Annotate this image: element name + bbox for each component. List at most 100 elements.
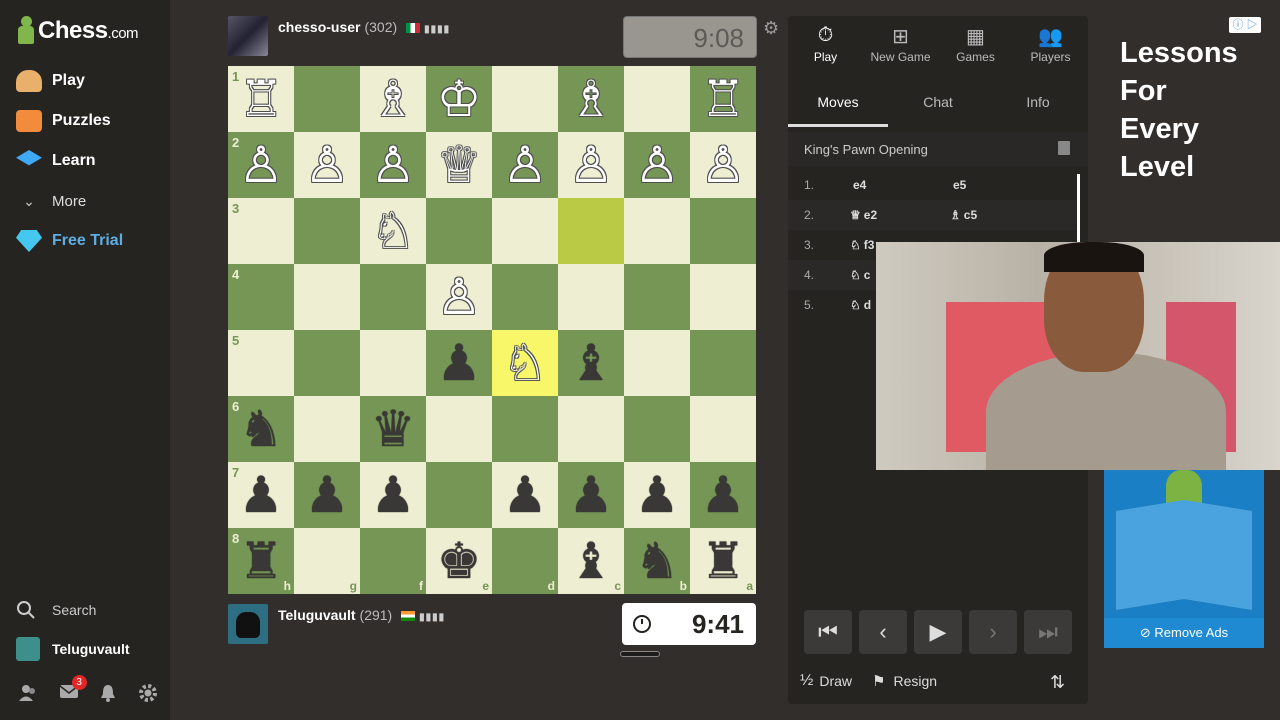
- board-square[interactable]: [690, 396, 756, 462]
- chess-piece[interactable]: ♙: [360, 132, 426, 198]
- chess-piece[interactable]: ♜: [690, 528, 756, 594]
- player-name[interactable]: Teluguvault: [278, 607, 356, 623]
- board-square[interactable]: e ♚: [426, 528, 492, 594]
- board-square[interactable]: 3: [228, 198, 294, 264]
- chess-piece[interactable]: ♖: [228, 66, 294, 132]
- board-square[interactable]: [294, 198, 360, 264]
- move-list-scrollbar[interactable]: [1077, 174, 1080, 244]
- opponent-avatar[interactable]: [228, 16, 268, 56]
- chess-piece[interactable]: ♗: [558, 66, 624, 132]
- board-square[interactable]: ♟: [690, 462, 756, 528]
- board-square[interactable]: ♗: [360, 66, 426, 132]
- board-square[interactable]: 5: [228, 330, 294, 396]
- flip-board-icon[interactable]: ⇅: [1050, 672, 1065, 693]
- board-square[interactable]: [492, 264, 558, 330]
- board-settings-gear-icon[interactable]: ⚙: [763, 18, 779, 39]
- board-square[interactable]: c ♝: [558, 528, 624, 594]
- white-move[interactable]: ♕ e2: [850, 208, 877, 222]
- white-move[interactable]: ♘ c: [850, 268, 870, 282]
- tab-new-game[interactable]: ⊞ New Game: [863, 24, 938, 64]
- chess-piece[interactable]: ♟: [360, 462, 426, 528]
- next-move-button[interactable]: ›: [969, 610, 1017, 654]
- chess-piece[interactable]: ♟: [228, 462, 294, 528]
- chess-piece[interactable]: ♟: [624, 462, 690, 528]
- board-square[interactable]: ♟: [558, 462, 624, 528]
- board-square[interactable]: f: [360, 528, 426, 594]
- chess-piece[interactable]: ♟: [492, 462, 558, 528]
- sidebar-item-puzzles[interactable]: Puzzles: [16, 109, 111, 133]
- chess-piece[interactable]: ♙: [294, 132, 360, 198]
- white-move[interactable]: ♘ f3: [850, 238, 874, 252]
- board-square[interactable]: [690, 198, 756, 264]
- last-move-button[interactable]: ⏭: [1024, 610, 1072, 654]
- board-square[interactable]: ♙: [558, 132, 624, 198]
- sidebar-item-free-trial[interactable]: Free Trial: [16, 229, 123, 253]
- bell-icon[interactable]: [99, 683, 117, 703]
- board-square[interactable]: 8 h ♜: [228, 528, 294, 594]
- board-square[interactable]: ♟: [294, 462, 360, 528]
- tab-games[interactable]: ▦ Games: [938, 24, 1013, 64]
- board-square[interactable]: [624, 330, 690, 396]
- chess-piece[interactable]: ♙: [624, 132, 690, 198]
- chess-piece[interactable]: ♔: [426, 66, 492, 132]
- board-square[interactable]: [426, 462, 492, 528]
- chess-piece[interactable]: ♜: [228, 528, 294, 594]
- board-square[interactable]: [492, 198, 558, 264]
- subtab-moves[interactable]: Moves: [788, 94, 888, 110]
- black-move[interactable]: ♗ c5: [950, 208, 977, 222]
- board-square[interactable]: [294, 66, 360, 132]
- remove-ads-button[interactable]: ⊘ Remove Ads: [1104, 618, 1264, 648]
- board-square[interactable]: ♕: [426, 132, 492, 198]
- chess-piece[interactable]: ♙: [690, 132, 756, 198]
- draw-button[interactable]: ½ Draw: [800, 672, 852, 690]
- board-square[interactable]: ♙: [690, 132, 756, 198]
- resign-button[interactable]: ⚑ Resign: [872, 672, 937, 690]
- board-square[interactable]: [492, 66, 558, 132]
- board-square[interactable]: ♘: [360, 198, 426, 264]
- chess-piece[interactable]: ♙: [228, 132, 294, 198]
- chess-piece[interactable]: ♟: [426, 330, 492, 396]
- play-moves-button[interactable]: ▶: [914, 610, 962, 654]
- chess-board[interactable]: 1 ♖ ♗ ♔ ♗ ♖ 2 ♙ ♙ ♙ ♕ ♙ ♙ ♙ ♙ 3 ♘ 4 ♙ 5 ♟ ♘ ♝ 6 ♞ ♛ 7 ♟ ♟ ♟ ♟ ♟ ♟ ♟ 8 h ♜ g f e…: [228, 66, 756, 594]
- board-square[interactable]: ♟: [426, 330, 492, 396]
- board-square[interactable]: [624, 396, 690, 462]
- board-square[interactable]: [558, 264, 624, 330]
- chess-piece[interactable]: ♟: [558, 462, 624, 528]
- board-square[interactable]: d: [492, 528, 558, 594]
- board-square[interactable]: b ♞: [624, 528, 690, 594]
- board-square[interactable]: ♙: [624, 132, 690, 198]
- chess-piece[interactable]: ♟: [294, 462, 360, 528]
- board-square[interactable]: [690, 264, 756, 330]
- board-square[interactable]: [624, 66, 690, 132]
- board-square[interactable]: ♟: [624, 462, 690, 528]
- chess-piece[interactable]: ♟: [690, 462, 756, 528]
- board-square[interactable]: [624, 198, 690, 264]
- board-square[interactable]: [294, 264, 360, 330]
- board-square[interactable]: 7 ♟: [228, 462, 294, 528]
- board-square[interactable]: a ♜: [690, 528, 756, 594]
- board-square[interactable]: ♙: [492, 132, 558, 198]
- chess-piece[interactable]: ♗: [360, 66, 426, 132]
- chess-piece[interactable]: ♖: [690, 66, 756, 132]
- board-square[interactable]: g: [294, 528, 360, 594]
- board-square[interactable]: [690, 330, 756, 396]
- player-avatar[interactable]: [228, 604, 268, 644]
- board-square[interactable]: ♗: [558, 66, 624, 132]
- chess-piece[interactable]: ♚: [426, 528, 492, 594]
- sidebar-user[interactable]: Teluguvault: [16, 637, 130, 661]
- board-square[interactable]: [360, 330, 426, 396]
- board-square[interactable]: 4: [228, 264, 294, 330]
- board-square[interactable]: [426, 198, 492, 264]
- sidebar-item-play[interactable]: Play: [16, 69, 85, 93]
- previous-move-button[interactable]: ‹: [859, 610, 907, 654]
- board-square[interactable]: ♟: [360, 462, 426, 528]
- chess-piece[interactable]: ♝: [558, 330, 624, 396]
- board-square[interactable]: 2 ♙: [228, 132, 294, 198]
- chess-piece[interactable]: ♙: [492, 132, 558, 198]
- black-move[interactable]: e5: [950, 178, 966, 192]
- chess-piece[interactable]: ♞: [228, 396, 294, 462]
- sidebar-item-learn[interactable]: Learn: [16, 149, 96, 173]
- tab-players[interactable]: 👥 Players: [1013, 24, 1088, 64]
- chess-piece[interactable]: ♛: [360, 396, 426, 462]
- opponent-name[interactable]: chesso-user: [278, 19, 360, 35]
